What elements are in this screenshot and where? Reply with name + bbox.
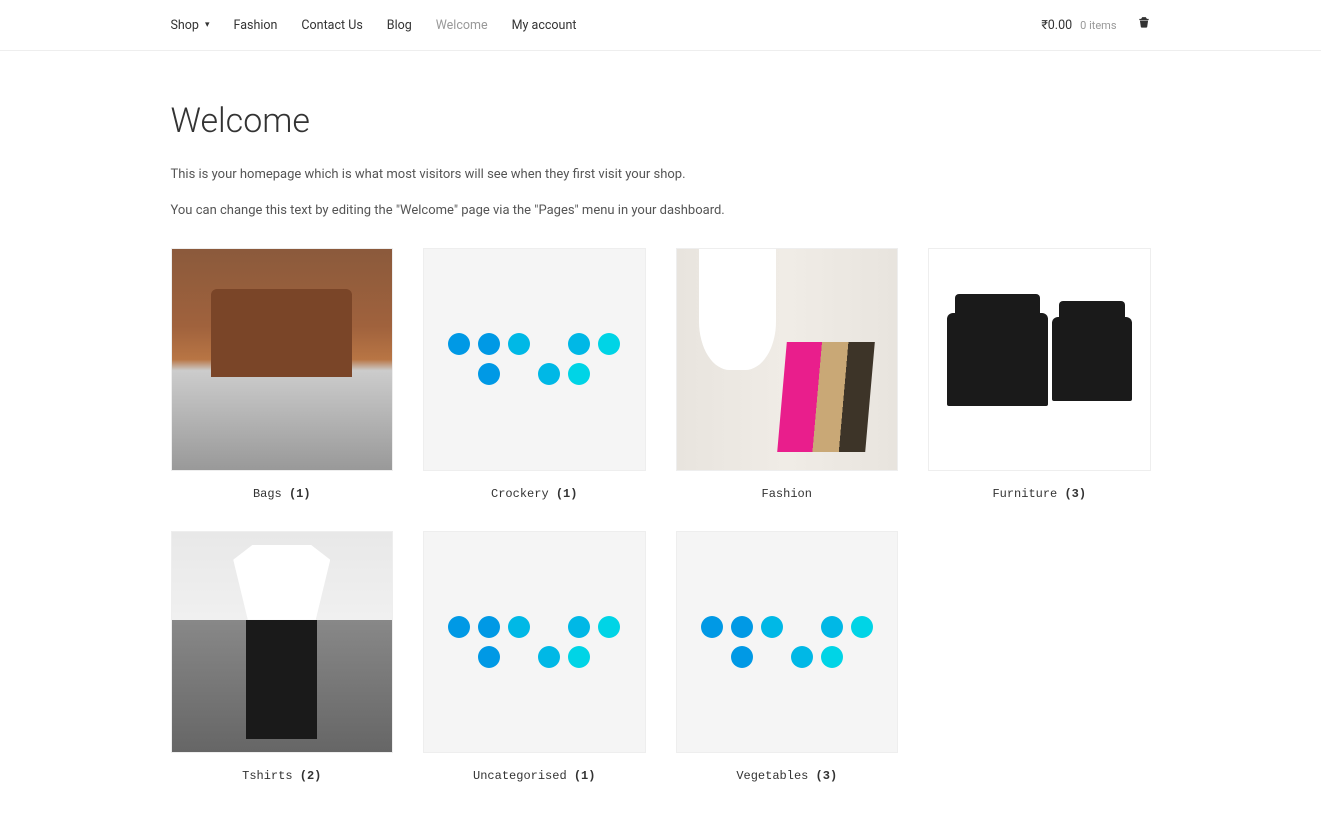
category-image	[171, 531, 394, 754]
category-uncategorised[interactable]: Uncategorised (1)	[423, 531, 646, 784]
placeholder-icon	[701, 616, 873, 668]
category-vegetables[interactable]: Vegetables (3)	[676, 531, 899, 784]
cart-items-count: 0 items	[1080, 19, 1116, 32]
category-image	[423, 248, 646, 471]
category-label: Crockery (1)	[423, 487, 646, 501]
top-nav: Shop ▾ Fashion Contact Us Blog Welcome M…	[0, 0, 1321, 51]
sofa-graphic	[1052, 317, 1131, 401]
category-label: Vegetables (3)	[676, 769, 899, 783]
category-label: Bags (1)	[171, 487, 394, 501]
placeholder-icon	[448, 333, 620, 385]
category-image	[928, 248, 1151, 471]
category-image	[423, 531, 646, 754]
category-label: Tshirts (2)	[171, 769, 394, 783]
category-label: Uncategorised (1)	[423, 769, 646, 783]
category-image	[676, 248, 899, 471]
category-bags[interactable]: Bags (1)	[171, 248, 394, 501]
sofa-graphic	[947, 313, 1048, 406]
category-crockery[interactable]: Crockery (1)	[423, 248, 646, 501]
category-label: Fashion	[676, 487, 899, 501]
category-tshirts[interactable]: Tshirts (2)	[171, 531, 394, 784]
nav-my-account[interactable]: My account	[512, 18, 577, 33]
category-grid: Bags (1) Crockery (1) Fashion Furniture	[171, 248, 1151, 783]
basket-icon[interactable]	[1137, 16, 1151, 34]
cart-summary[interactable]: ₹0.00 0 items	[1041, 16, 1150, 34]
nav-welcome[interactable]: Welcome	[436, 18, 488, 33]
nav-fashion[interactable]: Fashion	[234, 18, 278, 33]
nav-shop[interactable]: Shop ▾	[171, 18, 210, 33]
nav-blog[interactable]: Blog	[387, 18, 412, 33]
category-furniture[interactable]: Furniture (3)	[928, 248, 1151, 501]
page-title: Welcome	[171, 101, 1151, 141]
category-fashion[interactable]: Fashion	[676, 248, 899, 501]
main-content: Welcome This is your homepage which is w…	[151, 51, 1171, 823]
category-image	[171, 248, 394, 471]
chevron-down-icon: ▾	[205, 20, 210, 30]
placeholder-icon	[448, 616, 620, 668]
intro-text-2: You can change this text by editing the …	[171, 201, 1151, 221]
nav-links: Shop ▾ Fashion Contact Us Blog Welcome M…	[171, 18, 577, 33]
intro-text-1: This is your homepage which is what most…	[171, 165, 1151, 185]
category-label: Furniture (3)	[928, 487, 1151, 501]
nav-contact-us[interactable]: Contact Us	[301, 18, 362, 33]
cart-price: ₹0.00	[1041, 18, 1072, 33]
category-image	[676, 531, 899, 754]
